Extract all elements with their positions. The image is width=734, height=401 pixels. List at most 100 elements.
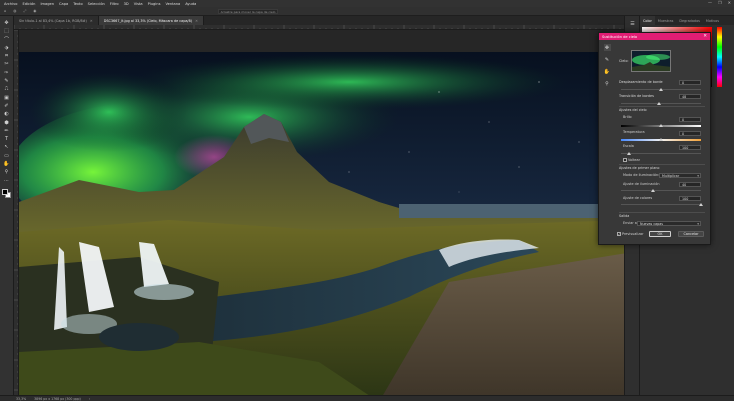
close-icon[interactable]: ✕ (703, 33, 707, 40)
close-tab-icon[interactable]: ✕ (195, 19, 198, 23)
tab-color[interactable]: Color (640, 16, 655, 25)
menu-texto[interactable]: Texto (73, 2, 82, 6)
document-size: 3896 px x 1768 px (300 ppp) (34, 396, 81, 401)
divider (619, 106, 705, 107)
tool-13-icon[interactable]: ✏ (3, 128, 11, 134)
tool-8-icon[interactable]: ⎍ (3, 86, 11, 92)
tool-16-icon[interactable]: ▭ (3, 153, 11, 159)
tab-label: DSC3667_lt.jpg al 33,3% (Cielo, Máscara … (103, 18, 193, 23)
dialog-tools: ✥ ✎ ✋ ⚲ (602, 44, 612, 87)
shift-edge-label: Desplazamiento de borde (619, 80, 663, 84)
tool-0-icon[interactable]: ✥ (3, 20, 11, 26)
brightness-label: Brillo (623, 115, 632, 119)
cancel-button[interactable]: Cancelar (678, 231, 704, 237)
minimize-icon[interactable]: — (708, 0, 712, 5)
lighting-adjust-value[interactable]: 40 (679, 182, 701, 187)
sky-label: Cielo: (619, 59, 629, 63)
tab-sin-titulo[interactable]: Sin título-1 al 83,4% (Capa 1b, RGB/8#) … (14, 16, 99, 25)
hue-slider[interactable] (717, 27, 722, 87)
menu-seleccion[interactable]: Selección (88, 2, 105, 6)
canvas-area[interactable] (19, 30, 624, 395)
fade-edge-slider[interactable] (621, 101, 701, 105)
sky-adjustments-header: Ajustes del cielo (619, 108, 647, 112)
menu-imagen[interactable]: Imagen (40, 2, 54, 6)
flip-checkbox[interactable] (623, 158, 627, 162)
temperature-slider[interactable] (621, 137, 701, 141)
tool-4-icon[interactable]: ⌗ (3, 53, 11, 59)
shift-edge-slider[interactable] (621, 87, 701, 91)
tool-12-icon[interactable]: ⬢ (3, 120, 11, 126)
tool-17-icon[interactable]: ✋ (3, 161, 11, 167)
menu-plugins[interactable]: Plugins (148, 2, 161, 6)
tool-9-icon[interactable]: ▣ (3, 95, 11, 101)
dialog-titlebar[interactable]: Sustitución de cielo ✕ (599, 33, 710, 40)
document-tabs: Sin título-1 al 83,4% (Capa 1b, RGB/8#) … (14, 16, 624, 25)
temperature-value[interactable]: 0 (679, 131, 701, 136)
color-adjust-value[interactable]: 100 (679, 196, 701, 201)
tool-5-icon[interactable]: ✂ (3, 61, 11, 67)
tool-10-icon[interactable]: ✐ (3, 103, 11, 109)
scale-value[interactable]: 100 (679, 145, 701, 150)
tab-degradados[interactable]: Degradados (676, 16, 703, 25)
arrange-icon[interactable]: ⤢ (23, 9, 26, 13)
tool-6-icon[interactable]: ✑ (3, 70, 11, 76)
move-tool-icon[interactable]: ✥ (603, 44, 611, 51)
zoom-tool-icon[interactable]: ⚲ (604, 80, 611, 87)
fade-edge-value[interactable]: 48 (679, 94, 701, 99)
sky-preset-thumbnail[interactable] (631, 50, 671, 72)
tab-dsc3667[interactable]: DSC3667_lt.jpg al 33,3% (Cielo, Máscara … (98, 16, 204, 25)
tool-preset-icon[interactable]: ◍ (13, 9, 16, 13)
tool-3-icon[interactable]: ⬗ (3, 45, 11, 51)
sky-brush-icon[interactable]: ✎ (604, 56, 611, 63)
menu-edicion[interactable]: Edición (22, 2, 35, 6)
output-to-label: Enviar a: (623, 221, 639, 225)
tool-19-icon[interactable]: ⋯ (3, 178, 11, 184)
menu-3d[interactable]: 3D (124, 2, 129, 6)
menu-bar: Archivo Edición Imagen Capa Texto Selección Fi… (0, 0, 734, 7)
brightness-slider[interactable] (621, 123, 701, 127)
lighting-adjust-label: Ajuste de iluminación (623, 182, 660, 186)
color-swatches[interactable] (1, 188, 12, 199)
status-expand-icon[interactable]: › (89, 397, 90, 401)
tool-7-icon[interactable]: ✎ (3, 78, 11, 84)
scale-slider[interactable] (621, 151, 701, 155)
restore-icon[interactable]: ❐ (718, 0, 722, 5)
menu-filtro[interactable]: Filtro (110, 2, 119, 6)
panel-0-icon[interactable]: ☰ (628, 20, 637, 27)
hand-tool-icon[interactable]: ✋ (604, 68, 611, 75)
brightness-value[interactable]: 0 (679, 117, 701, 122)
ok-button[interactable]: OK (649, 231, 671, 237)
tool-15-icon[interactable]: ↖ (3, 144, 11, 150)
tool-2-icon[interactable]: ⌒ (3, 37, 11, 43)
tool-14-icon[interactable]: T (3, 136, 11, 142)
tool-18-icon[interactable]: ⚲ (3, 169, 11, 175)
close-window-icon[interactable]: ✕ (728, 0, 731, 5)
color-adjust-slider[interactable] (621, 202, 703, 206)
options-hint: Arrastre para mover la capa de cielo (218, 9, 278, 14)
output-header: Salida (619, 214, 630, 218)
menu-ventana[interactable]: Ventana (165, 2, 180, 6)
tools-panel: ✥ ⬚ ⌒ ⬗ ⌗ ✂ ✑ ✎ ⎍ ▣ ✐ ◐ ⬢ ✏ T ↖ ▭ ✋ ⚲ ⋯ (0, 16, 14, 395)
tab-motivos[interactable]: Motivos (703, 16, 722, 25)
preview-label: Previsualizar (622, 232, 644, 236)
menu-archivo[interactable]: Archivo (4, 2, 17, 6)
lighting-mode-select[interactable]: Multiplicar (659, 173, 701, 178)
preview-checkbox[interactable]: ✓ (617, 232, 621, 236)
tool-1-icon[interactable]: ⬚ (3, 28, 11, 34)
foreground-color-swatch[interactable] (1, 188, 8, 195)
target-icon[interactable]: ◉ (33, 9, 36, 13)
menu-capa[interactable]: Capa (59, 2, 68, 6)
menu-ayuda[interactable]: Ayuda (185, 2, 196, 6)
close-tab-icon[interactable]: ✕ (90, 19, 93, 23)
tool-11-icon[interactable]: ◐ (3, 111, 11, 117)
foreground-adjustments-header: Ajustes de primer plano (619, 166, 660, 170)
tab-muestras[interactable]: Muestras (655, 16, 677, 25)
output-to-select[interactable]: Nuevas capas (637, 221, 701, 226)
shift-edge-value[interactable]: 0 (679, 80, 701, 85)
zoom-level[interactable]: 33,3% (16, 397, 26, 401)
fade-edge-label: Transición de bordes (619, 94, 654, 98)
lighting-adjust-slider[interactable] (621, 188, 701, 192)
menu-vista[interactable]: Vista (134, 2, 143, 6)
document-image[interactable] (19, 52, 624, 395)
home-icon[interactable]: ⌂ (4, 9, 6, 13)
